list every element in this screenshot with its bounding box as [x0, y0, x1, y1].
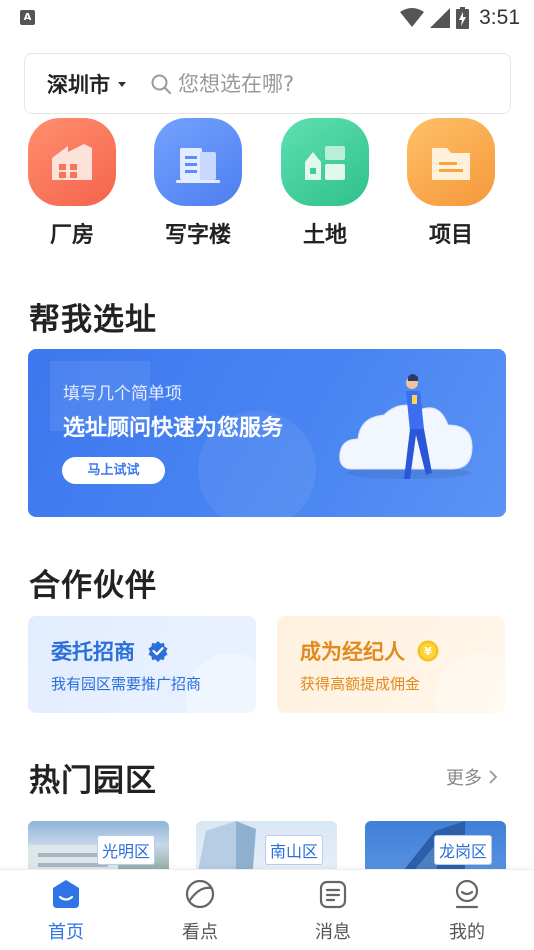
message-icon [319, 880, 347, 909]
tab-label: 我的 [449, 922, 485, 943]
district-tag: 南山区 [264, 835, 323, 865]
tab-label: 消息 [315, 922, 351, 943]
tab-label: 首页 [48, 922, 84, 943]
card-decoration [435, 653, 505, 713]
category-label: 土地 [302, 223, 347, 248]
category-label: 写字楼 [164, 223, 231, 248]
partner-card-subtitle: 获得高额提成佣金 [300, 675, 421, 693]
discover-icon [185, 879, 215, 909]
partner-card-broker[interactable]: 成为经纪人 ¥ 获得高额提成佣金 [277, 616, 505, 713]
yuan-coin-icon: ¥ [417, 640, 439, 662]
category-label: 厂房 [49, 223, 94, 248]
tab-messages[interactable]: 消息 [293, 878, 373, 944]
category-label: 项目 [428, 223, 473, 248]
category-project[interactable]: 项目 [396, 118, 506, 249]
home-icon [53, 880, 79, 908]
partner-card-title-row: 成为经纪人 ¥ [300, 636, 439, 666]
site-selection-banner[interactable]: 填写几个简单项 选址顾问快速为您服务 马上试试 [28, 349, 506, 517]
tab-profile[interactable]: 我的 [427, 878, 507, 944]
partner-card-title-row: 委托招商 [51, 636, 169, 666]
partner-card-title: 成为经纪人 [300, 640, 405, 664]
section-title-partners: 合作伙伴 [29, 568, 157, 604]
status-indicators: 3:51 [400, 4, 520, 32]
battery-charging-icon [456, 7, 470, 29]
section-title-site-selection: 帮我选址 [29, 302, 157, 338]
status-bar: A 3:51 [0, 0, 534, 36]
tab-home[interactable]: 首页 [26, 878, 106, 944]
office-building-icon [154, 118, 242, 206]
more-link[interactable]: 更多 [446, 764, 498, 790]
partner-card-title: 委托招商 [51, 640, 135, 664]
category-land[interactable]: 土地 [270, 118, 380, 249]
partner-card-entrust[interactable]: 委托招商 我有园区需要推广招商 [28, 616, 256, 713]
search-input[interactable] [178, 71, 478, 96]
profile-icon [455, 879, 479, 909]
verified-check-icon [148, 641, 168, 662]
partner-card-subtitle: 我有园区需要推广招商 [51, 675, 202, 693]
caret-down-icon[interactable] [118, 82, 126, 87]
factory-icon [28, 118, 116, 206]
cloud-consultant-illustration [339, 374, 473, 479]
tab-label: 看点 [182, 922, 218, 943]
wifi-icon [400, 8, 425, 27]
category-grid: 厂房 写字楼 土地 项目 [0, 118, 534, 258]
search-icon [151, 74, 171, 94]
bottom-tab-bar: 首页 看点 消息 我的 [0, 869, 534, 950]
try-now-button[interactable]: 马上试试 [62, 457, 165, 484]
cellular-signal-icon [430, 8, 451, 28]
banner-subtitle: 填写几个简单项 [63, 384, 182, 404]
category-factory[interactable]: 厂房 [17, 118, 127, 249]
district-tag: 光明区 [96, 835, 155, 865]
clock: 3:51 [479, 6, 520, 29]
project-folder-icon [407, 118, 495, 206]
svg-text:¥: ¥ [424, 645, 432, 658]
category-office[interactable]: 写字楼 [143, 118, 253, 249]
banner-headline: 选址顾问快速为您服务 [63, 416, 284, 441]
notification-app-icon: A [20, 10, 35, 25]
land-icon [281, 118, 369, 206]
search-bar[interactable]: 深圳市 [24, 53, 511, 114]
section-title-hot-parks: 热门园区 [29, 763, 157, 799]
district-tag: 龙岗区 [433, 835, 492, 865]
chevron-right-icon [489, 770, 498, 784]
more-label: 更多 [446, 768, 482, 789]
tab-discover[interactable]: 看点 [160, 878, 240, 944]
city-selector[interactable]: 深圳市 [47, 69, 110, 99]
